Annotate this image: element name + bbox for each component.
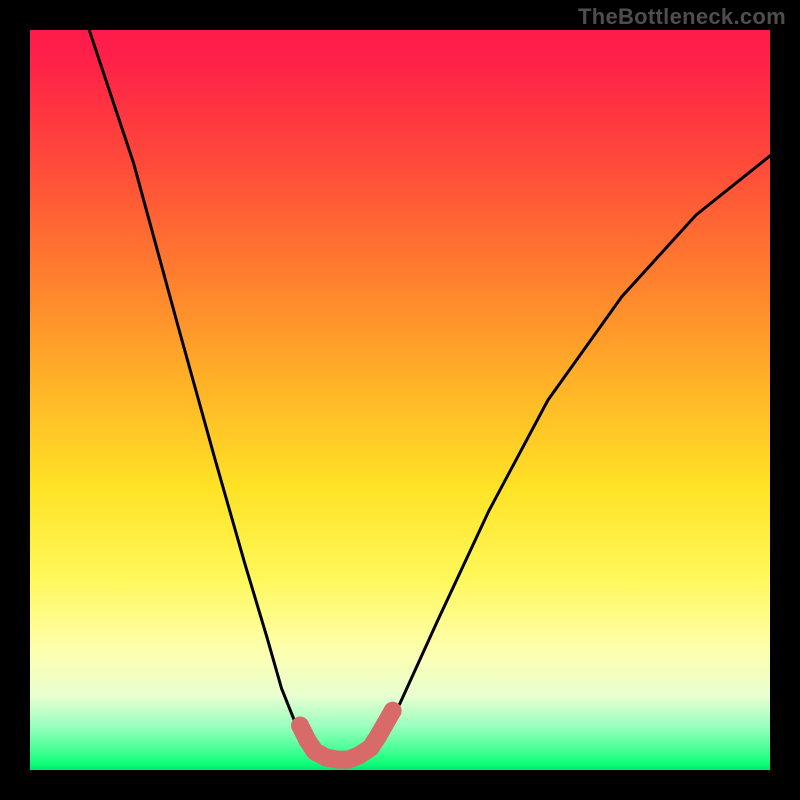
valley-markers <box>291 702 402 769</box>
bottleneck-curve <box>89 30 770 759</box>
chart-frame: TheBottleneck.com <box>0 0 800 800</box>
marker-dot <box>369 728 387 746</box>
watermark-text: TheBottleneck.com <box>578 4 786 30</box>
curve-path <box>89 30 770 759</box>
marker-dot <box>384 702 402 720</box>
plot-area <box>30 30 770 770</box>
curve-layer <box>30 30 770 770</box>
